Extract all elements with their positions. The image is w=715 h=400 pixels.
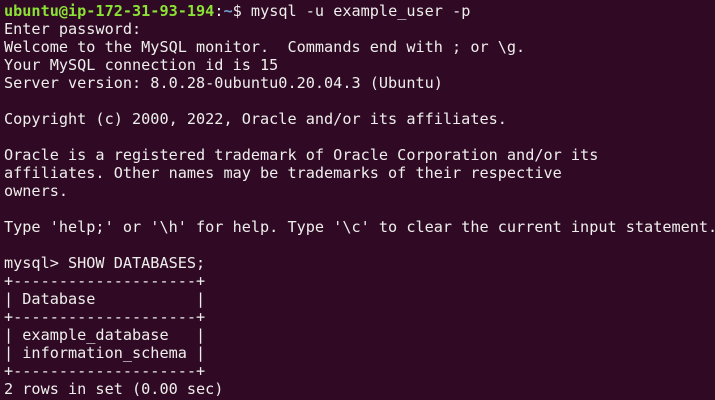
output-line: Type 'help;' or '\h' for help. Type '\c'… <box>4 218 715 236</box>
user-host: ubuntu@ip-172-31-93-194 <box>4 2 215 20</box>
output-line: Oracle is a registered trademark of Orac… <box>4 146 599 164</box>
output-line: affiliates. Other names may be trademark… <box>4 164 562 182</box>
mysql-command-line: mysql> SHOW DATABASES; <box>4 254 206 272</box>
prompt-symbol: $ <box>232 2 251 20</box>
output-line: Copyright (c) 2000, 2022, Oracle and/or … <box>4 110 507 128</box>
shell-prompt-line: ubuntu@ip-172-31-93-194:~$ mysql -u exam… <box>4 2 715 20</box>
table-border: +--------------------+ <box>4 362 206 380</box>
terminal-window[interactable]: ubuntu@ip-172-31-93-194:~$ mysql -u exam… <box>0 0 715 398</box>
output-line: Welcome to the MySQL monitor. Commands e… <box>4 38 526 56</box>
table-row: | example_database | <box>4 326 206 344</box>
table-row: | information_schema | <box>4 344 206 362</box>
table-border: +--------------------+ <box>4 272 206 290</box>
output-line: Server version: 8.0.28-0ubuntu0.20.04.3 … <box>4 74 443 92</box>
output-line: Your MySQL connection id is 15 <box>4 56 279 74</box>
table-border: +--------------------+ <box>4 308 206 326</box>
result-summary: 2 rows in set (0.00 sec) <box>4 380 224 398</box>
output-line: owners. <box>4 182 69 200</box>
output-line: Enter password: <box>4 20 142 38</box>
shell-command: mysql -u example_user -p <box>250 2 471 20</box>
table-header: | Database | <box>4 290 206 308</box>
prompt-path: ~ <box>223 2 233 20</box>
